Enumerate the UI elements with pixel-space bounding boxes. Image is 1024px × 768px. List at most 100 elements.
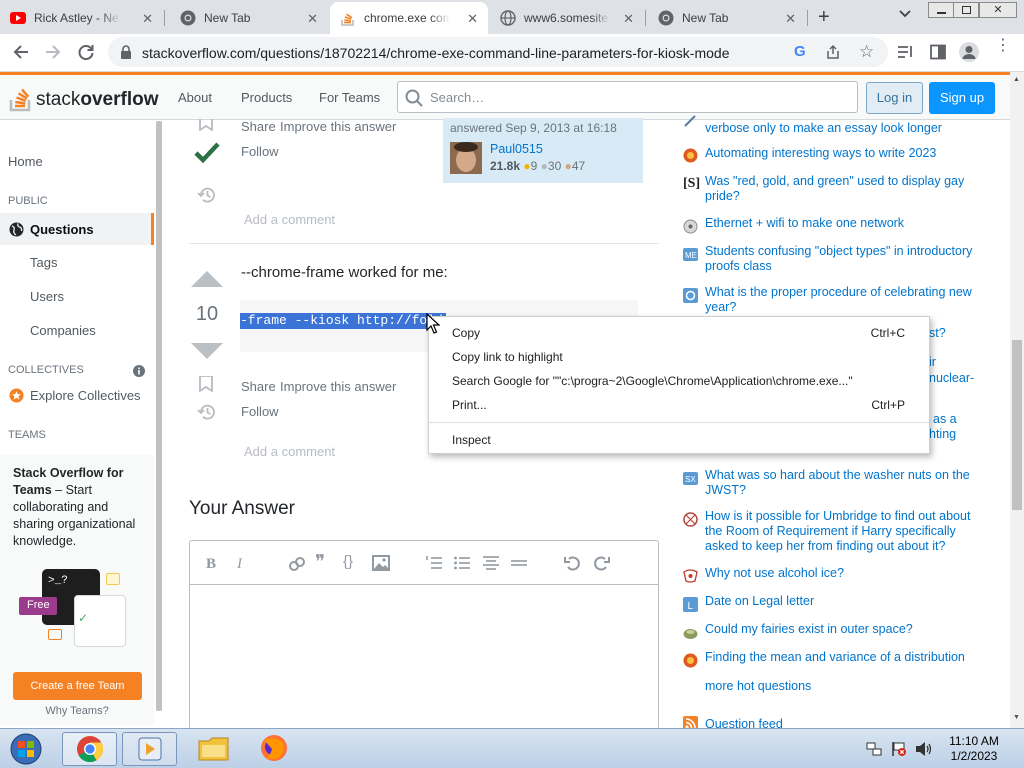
sidebar-item-home[interactable]: Home [8, 154, 43, 169]
address-bar[interactable]: stackoverflow.com/questions/18702214/chr… [108, 37, 888, 67]
bookmark-icon[interactable] [199, 119, 213, 131]
sidebar-item-tags[interactable]: Tags [30, 255, 57, 270]
forward-arrow-icon[interactable] [44, 43, 62, 61]
hot-question-link-partial[interactable]: st? [929, 326, 989, 341]
restore-button[interactable] [953, 2, 979, 18]
nav-for-teams[interactable]: For Teams [319, 90, 380, 105]
menu-item-copy[interactable]: Copy [452, 326, 480, 340]
hot-question-link[interactable]: Why not use alcohol ice? [705, 566, 975, 581]
taskbar-firefox[interactable] [256, 732, 292, 766]
history-icon[interactable] [197, 186, 217, 204]
hot-question-link[interactable]: How is it possible for Umbridge to find … [705, 509, 975, 554]
close-window-button[interactable]: ✕ [979, 2, 1017, 18]
more-hot-questions-link[interactable]: more hot questions [705, 679, 811, 693]
add-comment-link[interactable]: Add a comment [244, 212, 335, 227]
hot-question-link-partial[interactable]: as a [933, 412, 993, 427]
menu-item-inspect[interactable]: Inspect [452, 433, 491, 447]
italic-icon[interactable]: I [237, 556, 242, 573]
close-tab-icon[interactable]: ✕ [142, 11, 153, 27]
hot-question-link-partial[interactable]: hting [929, 427, 989, 442]
hot-question-link[interactable]: Students confusing "object types" in int… [705, 244, 975, 274]
user-name-link[interactable]: Paul0515 [490, 142, 543, 156]
hot-question-link[interactable]: What is the proper procedure of celebrat… [705, 285, 975, 315]
hot-question-link[interactable]: Ethernet + wifi to make one network [705, 216, 975, 231]
side-panel-icon[interactable] [930, 44, 946, 60]
system-clock[interactable]: 11:10 AM 1/2/2023 [936, 734, 1012, 764]
scrollbar-thumb[interactable] [1012, 340, 1022, 510]
hot-question-link[interactable]: verbose only to make an essay look longe… [705, 121, 975, 136]
downvote-arrow-icon[interactable] [190, 342, 224, 360]
hot-question-link[interactable]: Was "red, gold, and green" used to displ… [705, 174, 975, 204]
code-icon[interactable]: {} [343, 553, 353, 570]
profile-avatar-icon[interactable] [959, 42, 979, 62]
lock-icon[interactable] [120, 45, 132, 59]
improve-answer-link[interactable]: Improve this answer [280, 119, 396, 134]
sidebar-item-explore-collectives[interactable]: Explore Collectives [30, 388, 141, 403]
hot-question-link[interactable]: What was so hard about the washer nuts o… [705, 468, 975, 498]
upvote-arrow-icon[interactable] [190, 270, 224, 288]
menu-item-search-google[interactable]: Search Google for ""c:\progra~2\Google\C… [452, 374, 853, 388]
info-icon[interactable] [133, 365, 145, 377]
sidebar-item-users[interactable]: Users [30, 289, 64, 304]
share-icon[interactable] [825, 44, 841, 60]
tab-new-tab-1[interactable]: New Tab ✕ [170, 2, 328, 34]
create-free-team-button[interactable]: Create a free Team [13, 672, 142, 700]
follow-link[interactable]: Follow [241, 404, 279, 419]
link-icon[interactable] [288, 555, 306, 573]
menu-item-copy-link-to-highlight[interactable]: Copy link to highlight [452, 350, 563, 364]
bullet-list-icon[interactable] [454, 556, 470, 570]
numbered-list-icon[interactable] [426, 556, 442, 570]
hot-question-link-partial[interactable]: ir [929, 355, 989, 370]
volume-icon[interactable] [915, 741, 933, 757]
signup-button[interactable]: Sign up [929, 82, 995, 114]
redo-icon[interactable] [592, 555, 610, 571]
tab-new-tab-2[interactable]: New Tab ✕ [648, 2, 806, 34]
share-link[interactable]: Share [241, 119, 276, 134]
share-link[interactable]: Share [241, 379, 276, 394]
nav-products[interactable]: Products [241, 90, 292, 105]
close-tab-icon[interactable]: ✕ [623, 11, 634, 27]
nav-about[interactable]: About [178, 90, 212, 105]
minimize-button[interactable] [928, 2, 954, 18]
scroll-up-arrow-icon[interactable]: ▲ [1013, 76, 1020, 83]
sidebar-item-companies[interactable]: Companies [30, 323, 96, 338]
action-center-flag-icon[interactable] [891, 741, 907, 757]
sidebar-item-questions[interactable]: Questions [0, 213, 154, 245]
search-input[interactable]: Search… [397, 81, 858, 113]
heading-icon[interactable] [483, 556, 499, 570]
hot-question-link[interactable]: Automating interesting ways to write 202… [705, 146, 975, 161]
tab-search-chevron-icon[interactable] [898, 9, 912, 19]
bookmark-icon[interactable] [199, 376, 213, 392]
tab-youtube[interactable]: Rick Astley - Never ✕ [0, 2, 163, 34]
hot-question-link[interactable]: Date on Legal letter [705, 594, 975, 609]
bold-icon[interactable]: B [206, 556, 216, 573]
add-comment-link[interactable]: Add a comment [244, 444, 335, 459]
hot-question-link[interactable]: Finding the mean and variance of a distr… [705, 650, 975, 665]
taskbar-file-explorer[interactable] [196, 732, 232, 766]
new-tab-button[interactable]: + [818, 6, 830, 29]
horizontal-rule-icon[interactable] [511, 556, 527, 570]
image-icon[interactable] [372, 555, 390, 571]
menu-kebab-icon[interactable]: ⋮ [995, 38, 1011, 54]
media-control-icon[interactable] [898, 45, 914, 59]
history-icon[interactable] [197, 403, 217, 421]
hot-question-link[interactable]: Could my fairies exist in outer space? [705, 622, 975, 637]
undo-icon[interactable] [564, 555, 582, 571]
login-button[interactable]: Log in [866, 82, 923, 114]
start-button[interactable] [6, 732, 46, 766]
page-scrollbar[interactable]: ▲ ▼ [1010, 72, 1024, 728]
avatar[interactable] [450, 142, 482, 174]
scroll-down-arrow-icon[interactable]: ▼ [1013, 714, 1020, 721]
tab-somesite[interactable]: www6.somesite.co ✕ [490, 2, 644, 34]
taskbar-media-player[interactable] [122, 732, 177, 766]
close-tab-icon[interactable]: ✕ [785, 11, 796, 27]
back-arrow-icon[interactable] [12, 43, 30, 61]
bookmark-star-icon[interactable]: ☆ [859, 42, 874, 62]
tab-stackoverflow[interactable]: chrome.exe comm ✕ [330, 2, 488, 34]
stackoverflow-logo[interactable]: stackoverflow [8, 81, 158, 113]
answer-editor[interactable]: B I ❞ {} [189, 540, 659, 730]
hot-question-link-partial[interactable]: nuclear- [929, 371, 989, 386]
close-tab-icon[interactable]: ✕ [307, 11, 318, 27]
taskbar-chrome[interactable] [62, 732, 117, 766]
network-icon[interactable] [866, 741, 882, 757]
